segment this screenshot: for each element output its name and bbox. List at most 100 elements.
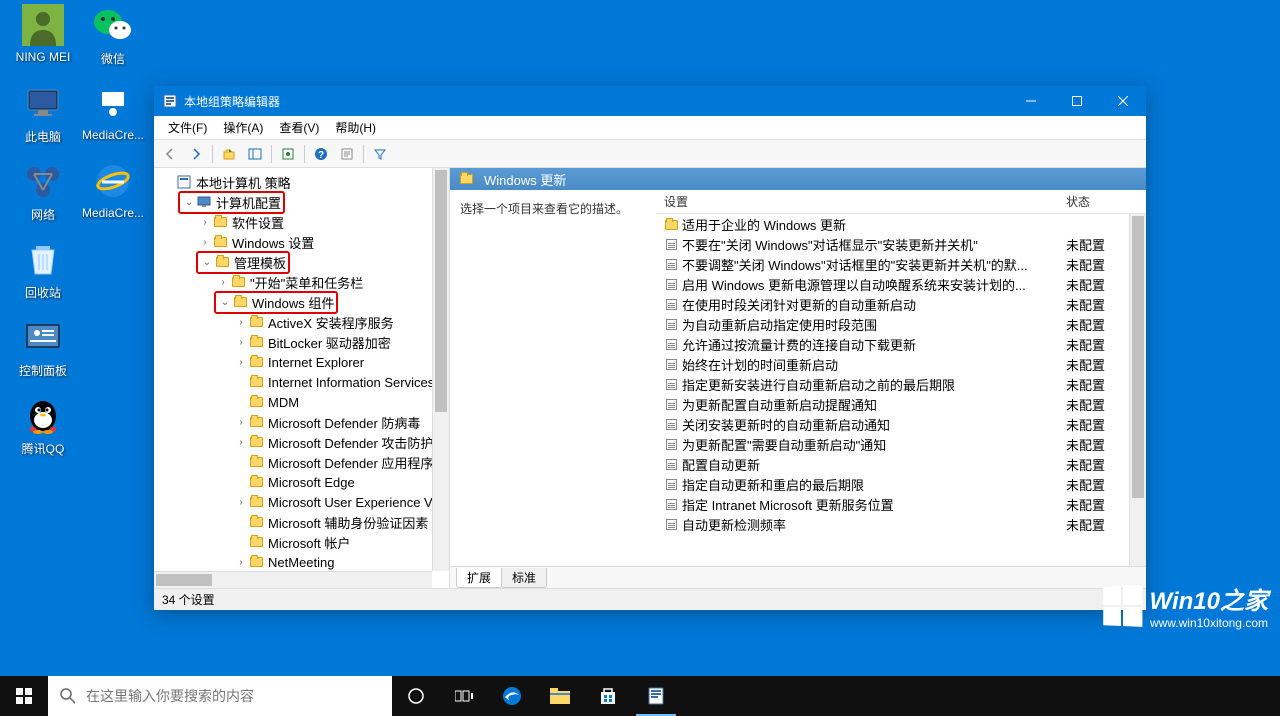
expander-icon[interactable]: ›: [234, 317, 248, 328]
titlebar[interactable]: 本地组策略编辑器: [154, 86, 1146, 116]
watermark-brand: Win10之家: [1150, 581, 1268, 616]
tree-node[interactable]: ›Internet Explorer: [154, 352, 449, 372]
svg-text:?: ?: [318, 150, 324, 161]
task-view-button[interactable]: [440, 676, 488, 716]
desktop-icon-control[interactable]: 控制面板: [8, 316, 78, 379]
desktop-icon-pc[interactable]: 此电脑: [8, 82, 78, 145]
list-row[interactable]: 不要在"关闭 Windows"对话框显示"安装更新并关机"未配置: [656, 234, 1146, 254]
setting-label: 启用 Windows 更新电源管理以自动唤醒系统来安装计划的...: [682, 278, 1026, 293]
tree-node-label: Microsoft 辅助身份验证因素: [268, 513, 428, 532]
column-setting[interactable]: 设置: [656, 193, 1058, 210]
search-box[interactable]: 在这里输入你要搜索的内容: [48, 676, 392, 716]
expander-icon[interactable]: ⌄: [182, 197, 196, 208]
tree-node[interactable]: ›"开始"菜单和任务栏: [154, 272, 449, 292]
desktop-icon-media[interactable]: MediaCre...: [78, 82, 148, 142]
expander-icon[interactable]: ›: [234, 557, 248, 568]
column-status[interactable]: 状态: [1058, 193, 1146, 210]
taskbar-gpedit[interactable]: [632, 676, 680, 716]
expander-icon[interactable]: ›: [234, 497, 248, 508]
desktop-icon-ie[interactable]: MediaCre...: [78, 160, 148, 220]
help-button[interactable]: ?: [309, 143, 333, 165]
tree-node[interactable]: Internet Information Services: [154, 372, 449, 392]
folder-icon: [458, 172, 474, 186]
maximize-button[interactable]: [1054, 86, 1100, 116]
tree-node[interactable]: ›Microsoft Defender 攻击防护: [154, 432, 449, 452]
list-row[interactable]: 配置自动更新未配置: [656, 454, 1146, 474]
list-row[interactable]: 为更新配置"需要自动重新启动"通知未配置: [656, 434, 1146, 454]
list-row[interactable]: 为自动重新启动指定使用时段范围未配置: [656, 314, 1146, 334]
list-row[interactable]: 自动更新检测频率未配置: [656, 514, 1146, 534]
tree-node-label: ActiveX 安装程序服务: [268, 313, 394, 332]
menu-item[interactable]: 操作(A): [215, 117, 271, 138]
desktop-icon-network[interactable]: 网络: [8, 160, 78, 223]
desktop-icon-user[interactable]: NING MEI: [8, 4, 78, 64]
list-row[interactable]: 适用于企业的 Windows 更新: [656, 214, 1146, 234]
expander-icon[interactable]: ›: [234, 417, 248, 428]
list-row[interactable]: 不要调整"关闭 Windows"对话框里的"安装更新并关机"的默...未配置: [656, 254, 1146, 274]
menu-item[interactable]: 帮助(H): [327, 117, 384, 138]
list-scrollbar-vertical[interactable]: [1129, 214, 1146, 566]
minimize-button[interactable]: [1008, 86, 1054, 116]
cortana-button[interactable]: [392, 676, 440, 716]
tree-node[interactable]: ⌄ Windows 组件: [154, 292, 449, 312]
expander-icon[interactable]: ›: [198, 237, 212, 248]
expander-icon[interactable]: ›: [234, 437, 248, 448]
expander-icon[interactable]: ›: [234, 337, 248, 348]
close-button[interactable]: [1100, 86, 1146, 116]
list-row[interactable]: 关闭安装更新时的自动重新启动通知未配置: [656, 414, 1146, 434]
list-row[interactable]: 指定 Intranet Microsoft 更新服务位置未配置: [656, 494, 1146, 514]
properties-button[interactable]: [335, 143, 359, 165]
tree-node[interactable]: ⌄管理模板: [154, 252, 449, 272]
taskbar-edge[interactable]: [488, 676, 536, 716]
tree-node[interactable]: ›Microsoft Defender 防病毒: [154, 412, 449, 432]
up-button[interactable]: [217, 143, 241, 165]
desktop-icon-qq[interactable]: 腾讯QQ: [8, 394, 78, 457]
tree-node[interactable]: ›Windows 设置: [154, 232, 449, 252]
tree-node[interactable]: ›BitLocker 驱动器加密: [154, 332, 449, 352]
list-row[interactable]: 为更新配置自动重新启动提醒通知未配置: [656, 394, 1146, 414]
watermark-url: www.win10xitong.com: [1150, 616, 1268, 630]
expander-icon[interactable]: ›: [216, 277, 230, 288]
taskbar-explorer[interactable]: [536, 676, 584, 716]
tree-node[interactable]: ⌄计算机配置: [154, 192, 449, 212]
tree-node[interactable]: Microsoft Edge: [154, 472, 449, 492]
list-header: 设置 状态: [656, 190, 1146, 214]
start-button[interactable]: [0, 676, 48, 716]
tree-node-label: Windows 组件: [252, 293, 334, 312]
tab-extended[interactable]: 扩展: [456, 568, 502, 588]
tree-node[interactable]: › ActiveX 安装程序服务: [154, 312, 449, 332]
back-button[interactable]: [158, 143, 182, 165]
tree-node[interactable]: 本地计算机 策略: [154, 172, 449, 192]
export-button[interactable]: [276, 143, 300, 165]
tree-node[interactable]: ›Microsoft User Experience Virt: [154, 492, 449, 512]
list-row[interactable]: 启用 Windows 更新电源管理以自动唤醒系统来安装计划的...未配置: [656, 274, 1146, 294]
desktop-icon-wechat[interactable]: 微信: [78, 4, 148, 67]
list-row[interactable]: 指定自动更新和重启的最后期限未配置: [656, 474, 1146, 494]
tree-node[interactable]: Microsoft 辅助身份验证因素: [154, 512, 449, 532]
tree-node[interactable]: ›NetMeeting: [154, 552, 449, 572]
tree-node[interactable]: Microsoft Defender 应用程序防: [154, 452, 449, 472]
expander-icon[interactable]: ›: [234, 357, 248, 368]
expander-icon[interactable]: ›: [198, 217, 212, 228]
tree-scrollbar-horizontal[interactable]: [154, 571, 432, 588]
list-row[interactable]: 指定更新安装进行自动重新启动之前的最后期限未配置: [656, 374, 1146, 394]
forward-button[interactable]: [184, 143, 208, 165]
list-row[interactable]: 始终在计划的时间重新启动未配置: [656, 354, 1146, 374]
menu-item[interactable]: 文件(F): [160, 117, 215, 138]
folder-icon: [232, 295, 248, 309]
expander-icon[interactable]: ⌄: [200, 257, 214, 268]
list-row[interactable]: 在使用时段关闭针对更新的自动重新启动未配置: [656, 294, 1146, 314]
status-text: 34 个设置: [162, 591, 215, 608]
tree-node[interactable]: MDM: [154, 392, 449, 412]
tab-standard[interactable]: 标准: [501, 568, 547, 588]
taskbar-store[interactable]: [584, 676, 632, 716]
menu-item[interactable]: 查看(V): [271, 117, 327, 138]
filter-button[interactable]: [368, 143, 392, 165]
tree-node[interactable]: ›软件设置: [154, 212, 449, 232]
tree-scrollbar-vertical[interactable]: [432, 168, 449, 571]
show-hide-tree-button[interactable]: [243, 143, 267, 165]
desktop-icon-recycle[interactable]: 回收站: [8, 238, 78, 301]
expander-icon[interactable]: ⌄: [218, 297, 232, 308]
list-row[interactable]: 允许通过按流量计费的连接自动下载更新未配置: [656, 334, 1146, 354]
tree-node[interactable]: Microsoft 帐户: [154, 532, 449, 552]
